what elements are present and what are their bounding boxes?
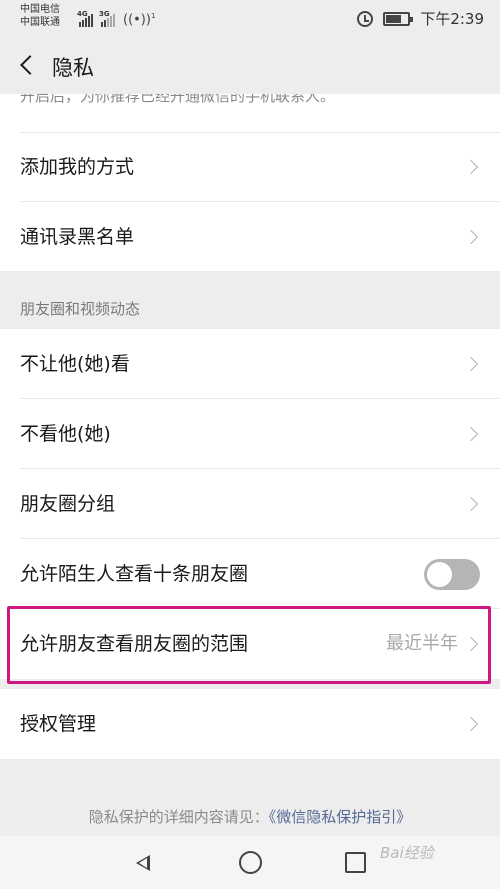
description-text: 开启后，为你推荐已经开通微信的手机联系人。 bbox=[20, 94, 336, 105]
carrier-info: 中国电信 中国联通 bbox=[20, 3, 60, 29]
contacts-settings-group: 添加我的方式 通讯录黑名单 bbox=[0, 132, 500, 272]
moments-groups-row[interactable]: 朋友圈分组 bbox=[0, 469, 500, 539]
network-type-2: 3G bbox=[99, 10, 110, 19]
watermark: Bai经验 bbox=[380, 844, 434, 862]
privacy-footer: 隐私保护的详细内容请见：《微信隐私保护指引》 bbox=[0, 806, 500, 827]
chevron-right-icon bbox=[466, 716, 480, 732]
row-label: 朋友圈分组 bbox=[20, 493, 116, 515]
signal-indicators: 4G 3G ((•))1 bbox=[77, 9, 156, 28]
carrier-1: 中国电信 bbox=[20, 4, 60, 15]
page-title: 隐私 bbox=[52, 56, 94, 80]
row-label: 允许朋友查看朋友圈的范围 bbox=[20, 633, 249, 655]
carrier-2: 中国联通 bbox=[20, 17, 60, 28]
row-label: 不看他(她) bbox=[20, 423, 111, 445]
row-label: 通讯录黑名单 bbox=[20, 226, 135, 248]
authorization-group: 授权管理 bbox=[0, 689, 500, 759]
chevron-right-icon bbox=[466, 356, 480, 372]
blacklist-row[interactable]: 通讯录黑名单 bbox=[0, 202, 500, 272]
stranger-view-toggle[interactable] bbox=[424, 559, 480, 590]
chevron-right-icon bbox=[466, 496, 480, 512]
chevron-right-icon bbox=[466, 636, 480, 652]
signal-4g-icon: 4G bbox=[77, 10, 93, 28]
privacy-guide-link[interactable]: 《微信隐私保护指引》 bbox=[269, 808, 412, 826]
title-bar: 隐私 bbox=[0, 36, 500, 94]
chevron-right-icon bbox=[466, 229, 480, 245]
chevron-right-icon bbox=[466, 159, 480, 175]
back-arrow-icon[interactable] bbox=[14, 51, 42, 79]
section-title: 朋友圈和视频动态 bbox=[20, 300, 141, 318]
authorization-management-row[interactable]: 授权管理 bbox=[0, 689, 500, 759]
hide-their-moments-row[interactable]: 不看他(她) bbox=[0, 399, 500, 469]
row-label: 允许陌生人查看十条朋友圈 bbox=[20, 563, 249, 585]
stranger-view-row: 允许陌生人查看十条朋友圈 bbox=[0, 539, 500, 609]
hotspot-icon: ((•))1 bbox=[123, 12, 156, 28]
hotspot-count: 1 bbox=[150, 12, 156, 20]
nav-recent-apps-icon[interactable] bbox=[345, 852, 366, 873]
nav-home-icon[interactable] bbox=[239, 851, 262, 874]
signal-3g-icon: 3G bbox=[99, 10, 115, 28]
status-right: 下午2:39 bbox=[357, 8, 484, 29]
alarm-icon bbox=[357, 10, 374, 27]
range-value: 最近半年 bbox=[386, 633, 458, 654]
toggle-knob bbox=[427, 562, 452, 587]
clock: 下午2:39 bbox=[420, 10, 484, 28]
chevron-right-icon bbox=[466, 426, 480, 442]
battery-icon bbox=[383, 11, 414, 26]
nav-back-icon[interactable] bbox=[131, 852, 153, 874]
footer-text: 隐私保护的详细内容请见： bbox=[88, 808, 269, 826]
add-me-method-row[interactable]: 添加我的方式 bbox=[0, 132, 500, 202]
moments-range-row[interactable]: 允许朋友查看朋友圈的范围 最近半年 bbox=[0, 609, 500, 679]
network-type-1: 4G bbox=[77, 10, 88, 19]
section-header: 朋友圈和视频动态 bbox=[0, 271, 500, 329]
row-label: 添加我的方式 bbox=[20, 156, 135, 178]
status-bar: 中国电信 中国联通 4G 3G ((•))1 下午2:39 bbox=[0, 0, 500, 36]
hide-my-moments-row[interactable]: 不让他(她)看 bbox=[0, 329, 500, 399]
scrolled-description: 开启后，为你推荐已经开通微信的手机联系人。 bbox=[0, 94, 500, 132]
moments-settings-group: 不让他(她)看 不看他(她) 朋友圈分组 允许陌生人查看十条朋友圈 允许朋友查看… bbox=[0, 329, 500, 679]
row-label: 授权管理 bbox=[20, 713, 97, 735]
row-label: 不让他(她)看 bbox=[20, 353, 130, 375]
